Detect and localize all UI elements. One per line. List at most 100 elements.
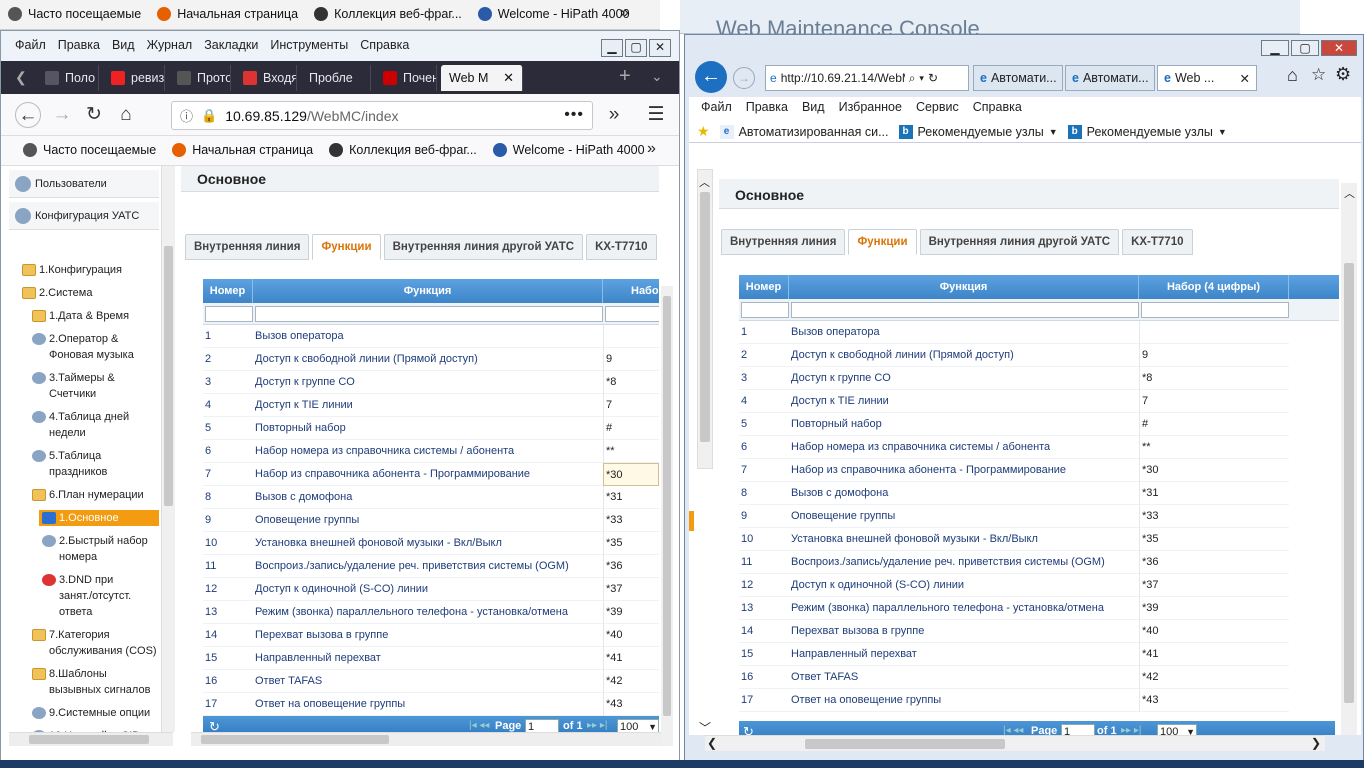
top-bookmark[interactable]: Welcome - HiPath 4000	[470, 0, 638, 28]
ie-menu-item[interactable]: Сервис	[910, 97, 965, 114]
insecure-lock-icon[interactable]: 🔒	[201, 108, 217, 124]
tree-node[interactable]: 2.Оператор & Фоновая музыка	[29, 331, 134, 363]
browser-tab[interactable]: Почен	[375, 65, 437, 91]
browser-tab[interactable]: Пробле	[301, 65, 371, 91]
ie-url-bar[interactable]: e http://10.69.21.14/WebM ⌕ ▾ ↻	[765, 65, 969, 91]
cell-dial[interactable]: *39	[1139, 597, 1289, 620]
cell-dial[interactable]: *37	[603, 578, 659, 601]
tree-node[interactable]: 8.Шаблоны вызывных сигналов	[29, 666, 150, 698]
cell-dial[interactable]: *33	[1139, 505, 1289, 528]
table-row[interactable]: 11 Воспроиз./запись/удаление реч. приветс…	[203, 555, 659, 578]
ie-filter-dial-input[interactable]	[1141, 302, 1289, 318]
tree-node[interactable]: 3.Таймеры & Счетчики	[29, 370, 115, 402]
cell-dial[interactable]: *30	[603, 463, 659, 486]
toolbar-overflow-icon[interactable]: »	[601, 102, 627, 128]
cell-dial[interactable]: *43	[1139, 689, 1289, 712]
ie-tab[interactable]: e Web ... ✕	[1157, 65, 1257, 91]
ie-table-row[interactable]: 5 Повторный набор #	[739, 413, 1289, 436]
ie-table-row[interactable]: 7 Набор из справочника абонента - Програм…	[739, 459, 1289, 482]
ie-table-row[interactable]: 1 Вызов оператора	[739, 321, 1289, 344]
table-row[interactable]: 8 Вызов с домофона *31	[203, 486, 659, 509]
ie-close-tab-icon[interactable]: ✕	[1240, 71, 1250, 86]
menu-item[interactable]: Закладки	[198, 31, 264, 52]
cell-dial[interactable]: *36	[1139, 551, 1289, 574]
ie-table-row[interactable]: 4 Доступ к TIE линии 7	[739, 390, 1289, 413]
scroll-tabs-left-icon[interactable]: ❮	[15, 69, 27, 86]
cell-dial[interactable]: *40	[1139, 620, 1289, 643]
add-favorite-star-icon[interactable]: ★	[697, 123, 710, 140]
ie-table-row[interactable]: 10 Установка внешней фоновой музыки - Вкл…	[739, 528, 1289, 551]
table-row[interactable]: 10 Установка внешней фоновой музыки - Вкл…	[203, 532, 659, 555]
tree-node[interactable]: 3.DND при занят./отсутст. ответа	[39, 572, 131, 620]
ie-dropdown-icon[interactable]: ▾	[919, 73, 924, 84]
new-tab-icon[interactable]: +	[619, 65, 631, 88]
tree-node[interactable]: 2.Система	[19, 285, 92, 301]
ie-column-header-function[interactable]: Функция	[789, 275, 1139, 299]
tree-node[interactable]: 2.Быстрый набор номера	[39, 533, 148, 565]
top-bookmark[interactable]: Коллекция веб-фраг...	[306, 0, 470, 28]
column-header-number[interactable]: Номер	[203, 279, 253, 303]
menu-item[interactable]: Правка	[52, 31, 106, 52]
cell-dial[interactable]	[1139, 321, 1289, 344]
tree-node[interactable]: 9.Системные опции	[29, 705, 150, 721]
cell-dial[interactable]: *36	[603, 555, 659, 578]
content-hscroll[interactable]	[191, 732, 661, 746]
column-header-function[interactable]: Функция	[253, 279, 603, 303]
bookmarks-overflow-icon[interactable]: »	[647, 140, 656, 158]
cell-dial[interactable]	[603, 325, 659, 348]
ie-maximize-button[interactable]: ▢	[1291, 40, 1319, 56]
info-icon[interactable]: ⓘ	[180, 106, 193, 125]
tree-hscroll[interactable]	[9, 732, 173, 746]
ie-search-icon[interactable]: ⌕	[909, 71, 916, 86]
ie-table-row[interactable]: 14 Перехват вызова в группе *40	[739, 620, 1289, 643]
ie-table-row[interactable]: 6 Набор номера из справочника системы / а…	[739, 436, 1289, 459]
ie-left-scroll-down-icon[interactable]: ﹀	[699, 719, 711, 735]
cell-dial[interactable]: *35	[603, 532, 659, 555]
filter-function-input[interactable]	[255, 306, 603, 322]
tree-node[interactable]: 1.Дата & Время	[29, 308, 129, 324]
ie-first-page-icon[interactable]: |◂ ◂◂	[1003, 725, 1023, 735]
ie-menu-item[interactable]: Справка	[967, 97, 1028, 114]
browser-tab[interactable]: Поло	[37, 65, 99, 91]
bookmark-item[interactable]: Welcome - HiPath 4000	[485, 136, 653, 164]
table-row[interactable]: 3 Доступ к группе CO *8	[203, 371, 659, 394]
minimize-button[interactable]: ▁	[601, 39, 623, 57]
menu-icon[interactable]: ☰	[643, 102, 669, 128]
cell-dial[interactable]: *43	[603, 693, 659, 716]
table-row[interactable]: 17 Ответ на оповещение группы *43	[203, 693, 659, 716]
cell-dial[interactable]: *40	[603, 624, 659, 647]
home-icon[interactable]: ⌂	[113, 102, 139, 128]
ie-vscroll[interactable]: ︿	[1341, 183, 1357, 735]
menu-item[interactable]: Файл	[9, 31, 52, 52]
bookmarks-overflow-icon[interactable]: »	[620, 4, 629, 22]
table-row[interactable]: 16 Ответ TAFAS *42	[203, 670, 659, 693]
ie-tab[interactable]: e Автомати...	[973, 65, 1063, 91]
tree-node[interactable]: 5.Таблица праздников	[29, 448, 107, 480]
tree-node[interactable]: 1.Конфигурация	[19, 262, 122, 278]
ie-menu-item[interactable]: Вид	[796, 97, 831, 114]
forward-icon[interactable]: →	[49, 102, 75, 128]
ie-next-page-icon[interactable]: ▸▸ ▸|	[1121, 725, 1141, 735]
table-row[interactable]: 6 Набор номера из справочника системы / а…	[203, 440, 659, 463]
ie-refresh-icon-pager[interactable]: ↻	[743, 724, 754, 735]
page-actions-icon[interactable]: •••	[564, 106, 584, 124]
ie-column-header-number[interactable]: Номер	[739, 275, 789, 299]
ie-favorite-item[interactable]: e Автоматизированная си...	[719, 123, 889, 140]
close-button[interactable]: ✕	[649, 39, 671, 57]
browser-tab[interactable]: ревиз	[103, 65, 165, 91]
cell-dial[interactable]: *39	[603, 601, 659, 624]
cell-dial[interactable]: **	[603, 440, 659, 463]
tree-top-item[interactable]: Пользователи	[9, 170, 159, 198]
ie-minimize-button[interactable]: ▁	[1261, 40, 1289, 56]
browser-tab[interactable]: Web M ✕	[441, 65, 523, 91]
ie-table-row[interactable]: 8 Вызов с домофона *31	[739, 482, 1289, 505]
ie-table-row[interactable]: 2 Доступ к свободной линии (Прямой доступ…	[739, 344, 1289, 367]
ie-tab-1[interactable]: Функции	[848, 229, 917, 255]
maximize-button[interactable]: ▢	[625, 39, 647, 57]
table-row[interactable]: 1 Вызов оператора	[203, 325, 659, 348]
reload-icon[interactable]: ↻	[81, 102, 107, 128]
ie-filter-function-input[interactable]	[791, 302, 1139, 318]
bookmark-item[interactable]: Коллекция веб-фраг...	[321, 136, 485, 164]
browser-tab[interactable]: Прото	[169, 65, 231, 91]
column-header-dial[interactable]: Набо	[603, 279, 659, 303]
